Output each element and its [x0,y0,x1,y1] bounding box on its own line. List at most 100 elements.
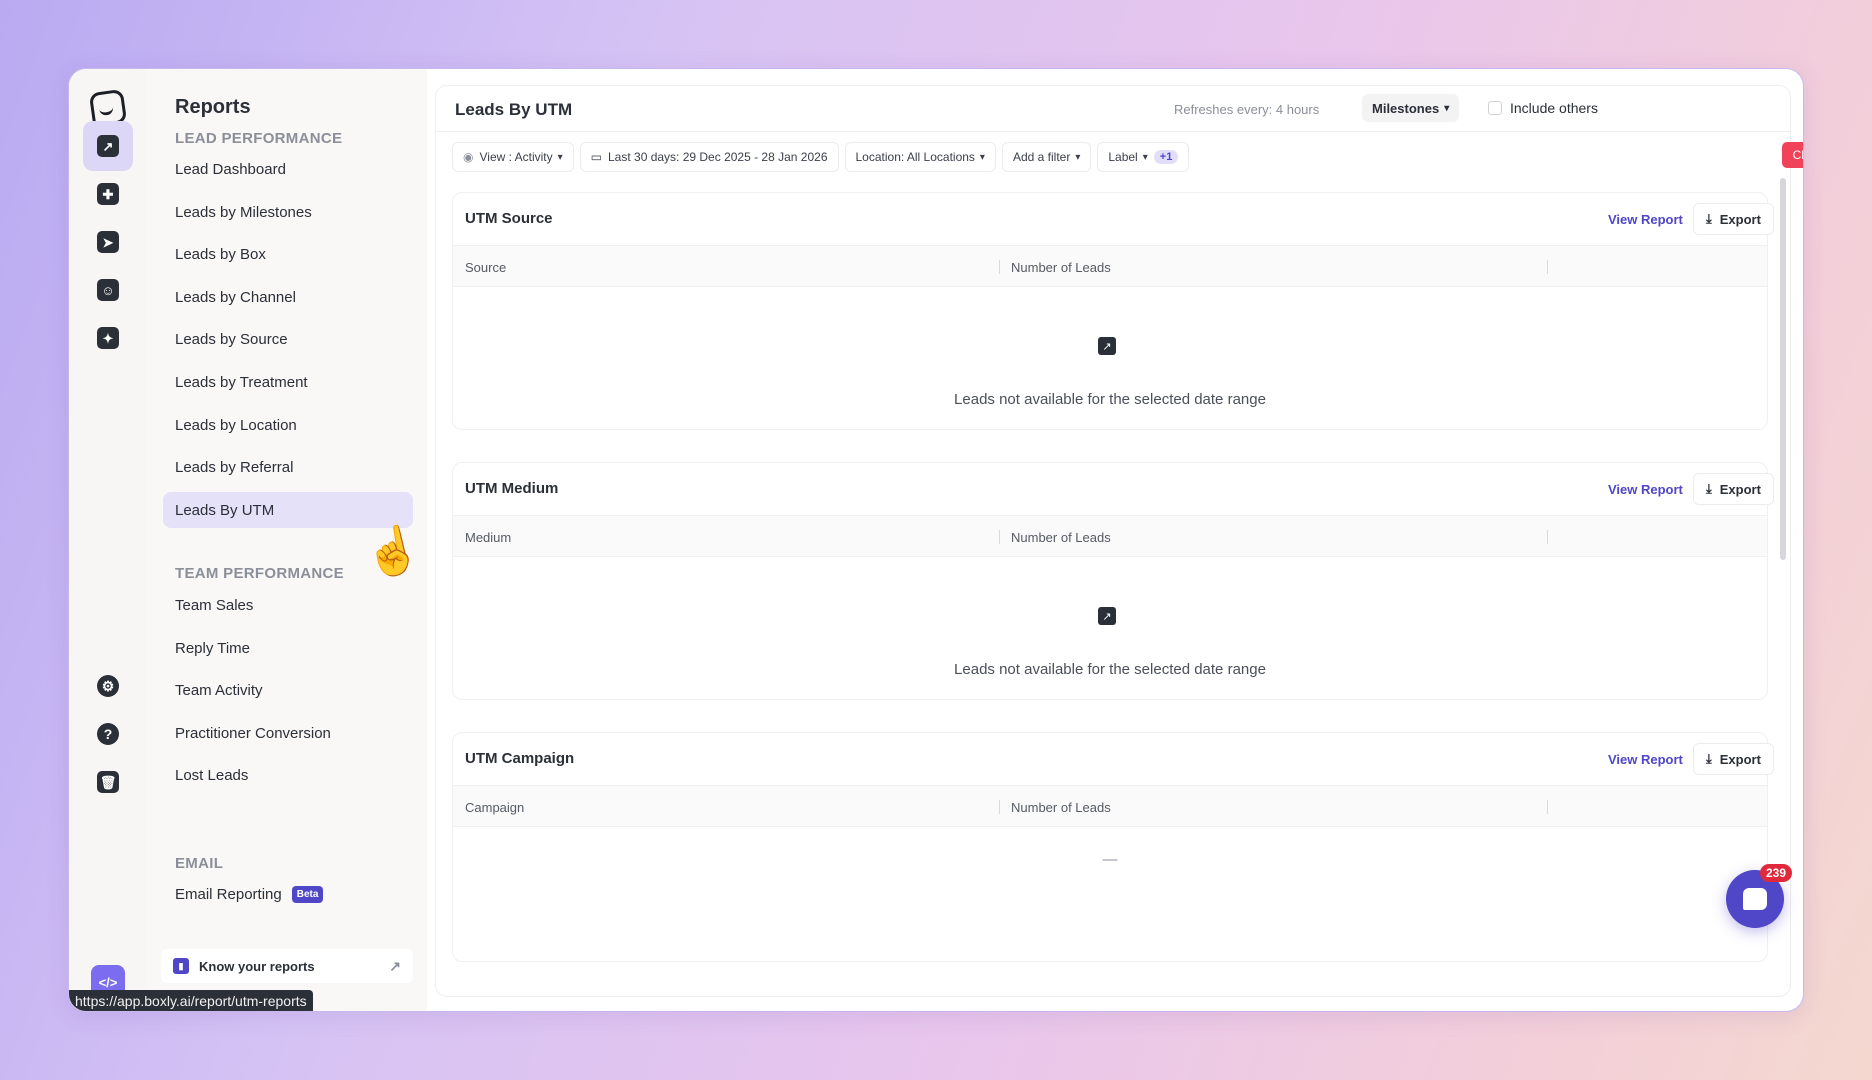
location-filter-label: Location: All Locations [855,150,975,164]
sidebar-item-leads-by-box[interactable]: Leads by Box [163,236,413,272]
column-divider[interactable] [999,260,1000,274]
sidebar-item-reply-time[interactable]: Reply Time [163,630,413,666]
column-header-number-of-leads: Number of Leads [1011,260,1111,275]
export-label: Export [1719,211,1761,227]
view-report-button[interactable]: View Report [1608,212,1683,227]
column-header-number-of-leads: Number of Leads [1011,530,1111,545]
loading-indicator: — [1102,851,1118,868]
column-divider[interactable] [999,800,1000,814]
sidebar-item-lead-dashboard[interactable]: Lead Dashboard [163,151,413,187]
chevron-down-icon: ▾ [1142,151,1148,163]
beta-badge: Beta [291,885,324,903]
include-others-toggle[interactable]: Include others [1488,100,1598,116]
clear-filter-button[interactable]: Clear Filter [1782,142,1803,168]
download-icon: ⤓ [1706,751,1712,766]
external-arrow-icon: ↗ [389,957,401,974]
hand-cursor-icon: ☝ [359,519,426,583]
empty-chart-icon: ↗ [1098,607,1116,625]
export-button[interactable]: ⤓ Export [1693,203,1774,235]
card-header: UTM Campaign View Report ⤓ Export [453,733,1774,785]
column-header-medium: Medium [465,530,512,545]
section-team-performance: TEAM PERFORMANCE [175,565,344,582]
label-filter[interactable]: Label ▾ +1 [1097,142,1190,172]
sidebar-item-leads-by-source[interactable]: Leads by Source [163,321,413,357]
sparkle-icon: ✦ [97,327,119,349]
section-email: EMAIL [175,855,224,872]
view-report-button[interactable]: View Report [1608,752,1683,767]
empty-chart-icon: ↗ [1098,337,1116,355]
view-report-button[interactable]: View Report [1608,482,1683,497]
view-filter[interactable]: ◉ View : Activity ▾ [452,142,574,172]
download-icon: ⤓ [1706,211,1712,226]
column-header-source: Source [465,260,507,275]
sidebar-item-leads-by-milestones[interactable]: Leads by Milestones [163,194,413,230]
send-nav-button[interactable]: ➤ [83,217,133,267]
milestones-dropdown[interactable]: Milestones ▾ [1362,94,1460,122]
label-filter-label: Label [1108,150,1138,164]
date-range-filter[interactable]: ▭ Last 30 days: 29 Dec 2025 - 28 Jan 202… [579,142,839,172]
download-icon: ⤓ [1706,481,1712,496]
chevron-down-icon: ▾ [557,151,563,163]
column-divider[interactable] [1547,530,1548,544]
contacts-nav-button[interactable]: ☺ [83,265,133,315]
utm-medium-card: UTM Medium View Report ⤓ Export Medium N… [452,462,1774,700]
sidebar-item-practitioner-conversion[interactable]: Practitioner Conversion [163,715,413,751]
column-divider[interactable] [999,530,1000,544]
trash-icon: 🗑 [97,771,119,793]
card-title: UTM Campaign [465,750,575,767]
chevron-down-icon: ▾ [979,151,985,163]
help-nav-button[interactable]: ? [83,709,133,759]
card-title: UTM Source [465,210,553,227]
utm-campaign-card: UTM Campaign View Report ⤓ Export Campai… [452,732,1774,962]
know-your-reports-link[interactable]: ▮ Know your reports ↗ [161,949,413,983]
include-others-checkbox[interactable] [1488,101,1502,115]
report-header: Leads By UTM Refreshes every: 4 hours Mi… [436,86,1790,132]
scrollbar[interactable] [1780,178,1786,560]
sidebar-item-leads-by-utm[interactable]: Leads By UTM [163,492,413,528]
know-reports-label: Know your reports [199,958,315,974]
location-filter[interactable]: Location: All Locations ▾ [844,142,996,172]
sidebar-item-team-activity[interactable]: Team Activity [163,672,413,708]
chart-book-icon: ▮ [173,958,189,974]
sidebar-item-leads-by-location[interactable]: Leads by Location [163,407,413,443]
reports-nav-button[interactable]: ↗ [83,121,133,171]
sidebar-item-leads-by-channel[interactable]: Leads by Channel [163,279,413,315]
page-title: Leads By UTM [455,100,573,119]
card-header: UTM Medium View Report ⤓ Export [453,463,1774,515]
column-header-number-of-leads: Number of Leads [1011,800,1111,815]
trash-nav-button[interactable]: 🗑 [83,757,133,807]
filter-bar: ◉ View : Activity ▾ ▭ Last 30 days: 29 D… [452,142,1803,174]
column-divider[interactable] [1547,260,1548,274]
column-divider[interactable] [1547,800,1548,814]
label-extra-count: +1 [1153,150,1179,164]
table-header: Campaign Number of Leads [453,785,1767,827]
export-button[interactable]: ⤓ Export [1693,743,1774,775]
chat-unread-badge: 239 [1760,864,1793,882]
sidebar-item-leads-by-treatment[interactable]: Leads by Treatment [163,364,413,400]
sidebar-item-team-sales[interactable]: Team Sales [163,587,413,623]
chevron-down-icon: ▾ [1444,102,1450,114]
report-panel: Leads By UTM Refreshes every: 4 hours Mi… [435,85,1803,997]
sidebar-item-email-reporting[interactable]: Email Reporting Beta [163,876,413,912]
app-window: ↗ ✚ ➤ ☺ ✦ ⚙ ? 🗑 </> Reports LEAD PERFORM… [68,68,1804,1012]
calendar-icon: ▭ [590,150,602,164]
settings-nav-button[interactable]: ⚙ [83,661,133,711]
chat-bubble-icon [1743,888,1767,910]
export-button[interactable]: ⤓ Export [1693,473,1774,505]
icon-rail: ↗ ✚ ➤ ☺ ✦ ⚙ ? 🗑 </> [69,69,147,1011]
export-label: Export [1719,751,1761,767]
help-icon: ? [97,723,119,745]
add-filter-button[interactable]: Add a filter ▾ [1001,142,1092,172]
empty-state-message: Leads not available for the selected dat… [954,661,1266,678]
view-filter-label: View : Activity [479,150,553,164]
empty-state-message: Leads not available for the selected dat… [954,391,1266,408]
sparkle-nav-button[interactable]: ✦ [83,313,133,363]
sidebar-item-leads-by-referral[interactable]: Leads by Referral [163,449,413,485]
eye-icon: ◉ [463,150,474,164]
include-others-label: Include others [1510,100,1598,116]
chevron-down-icon: ▾ [1075,151,1081,163]
sidebar-item-lost-leads[interactable]: Lost Leads [163,757,413,793]
send-icon: ➤ [97,231,119,253]
add-widget-icon: ✚ [97,183,119,205]
add-widget-nav-button[interactable]: ✚ [83,169,133,219]
